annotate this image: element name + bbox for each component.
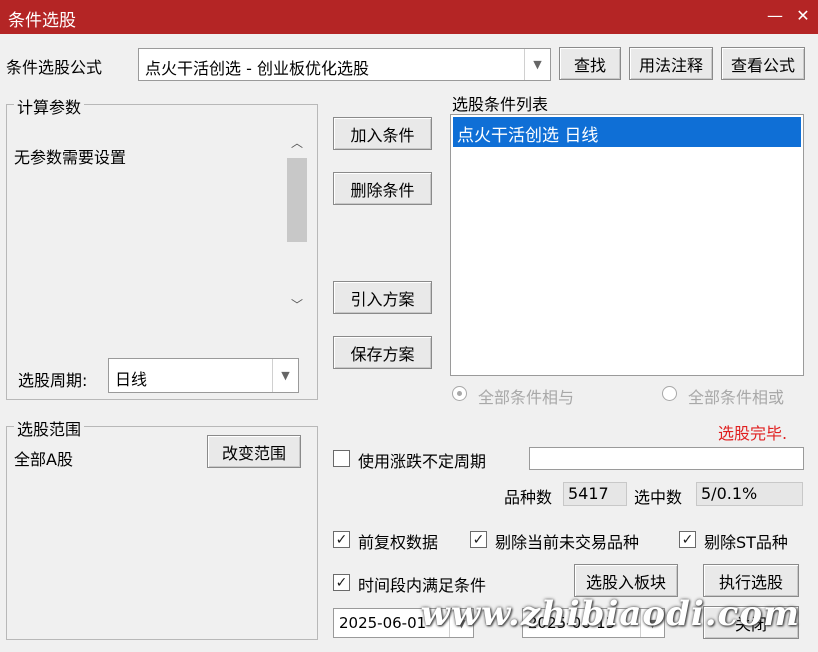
status-text: 选股完毕. xyxy=(718,424,788,443)
change-range-button[interactable]: 改变范围 xyxy=(207,435,301,468)
formula-select[interactable]: 点火干活创选 - 创业板优化选股 ▼ xyxy=(138,48,551,81)
selected-count-label: 选中数 xyxy=(634,488,683,507)
watermark: www.zhibiaodi.com xyxy=(420,594,800,634)
delete-condition-button[interactable]: 删除条件 xyxy=(333,172,432,205)
formula-label: 条件选股公式 xyxy=(6,58,103,77)
period-select-value: 日线 xyxy=(115,370,148,389)
time-segment-label: 时间段内满足条件 xyxy=(358,576,487,595)
time-segment-checkbox[interactable]: ✓ xyxy=(333,574,350,591)
range-legend: 选股范围 xyxy=(14,416,85,440)
list-item[interactable]: 点火干活创选 日线 xyxy=(453,117,801,147)
remove-untraded-label: 剔除当前未交易品种 xyxy=(495,533,640,552)
add-to-block-button[interactable]: 选股入板块 xyxy=(574,564,678,597)
close-icon[interactable]: ✕ xyxy=(792,6,814,28)
period-select[interactable]: 日线 ▼ xyxy=(108,358,299,393)
remove-st-label: 剔除ST品种 xyxy=(704,533,788,552)
params-scrollbar[interactable]: ︿ ﹀ xyxy=(286,128,308,322)
variety-count-label: 品种数 xyxy=(504,488,553,507)
radio-and-label: 全部条件相与 xyxy=(478,388,575,407)
view-formula-button[interactable]: 查看公式 xyxy=(721,47,805,80)
remove-untraded-checkbox[interactable]: ✓ xyxy=(470,531,487,548)
range-value: 全部A股 xyxy=(14,450,73,469)
radio-or[interactable] xyxy=(662,386,677,401)
import-scheme-button[interactable]: 引入方案 xyxy=(333,281,432,314)
execute-selection-button[interactable]: 执行选股 xyxy=(703,564,799,597)
radio-and[interactable] xyxy=(452,386,467,401)
variable-period-label: 使用涨跌不定周期 xyxy=(358,452,487,471)
formula-select-value: 点火干活创选 - 创业板优化选股 xyxy=(145,59,369,78)
variety-count-value: 5417 xyxy=(563,482,627,506)
variable-period-input[interactable] xyxy=(529,447,804,470)
title-bar xyxy=(0,0,818,34)
chevron-down-icon[interactable]: ▼ xyxy=(524,49,550,80)
chevron-down-icon[interactable]: ▼ xyxy=(272,359,298,392)
minimize-icon[interactable]: — xyxy=(764,6,786,28)
selected-count-value: 5/0.1% xyxy=(696,482,803,506)
remove-st-checkbox[interactable]: ✓ xyxy=(679,531,696,548)
pre-adjust-checkbox[interactable]: ✓ xyxy=(333,531,350,548)
conditions-label: 选股条件列表 xyxy=(452,95,549,114)
date-from-value: 2025-06-01 xyxy=(339,614,427,632)
period-label: 选股周期: xyxy=(18,371,88,390)
scroll-up-icon[interactable]: ︿ xyxy=(286,134,308,154)
variable-period-checkbox[interactable] xyxy=(333,450,350,467)
pre-adjust-label: 前复权数据 xyxy=(358,533,439,552)
usage-notes-button[interactable]: 用法注释 xyxy=(629,47,713,80)
scroll-down-icon[interactable]: ﹀ xyxy=(286,296,308,316)
save-scheme-button[interactable]: 保存方案 xyxy=(333,336,432,369)
window-title: 条件选股 xyxy=(8,11,76,31)
params-legend: 计算参数 xyxy=(14,94,85,118)
scroll-thumb[interactable] xyxy=(287,158,307,242)
add-condition-button[interactable]: 加入条件 xyxy=(333,117,432,150)
find-button[interactable]: 查找 xyxy=(559,47,621,80)
conditions-list[interactable]: 点火干活创选 日线 xyxy=(450,114,804,376)
radio-or-label: 全部条件相或 xyxy=(688,388,785,407)
params-text: 无参数需要设置 xyxy=(14,148,127,167)
